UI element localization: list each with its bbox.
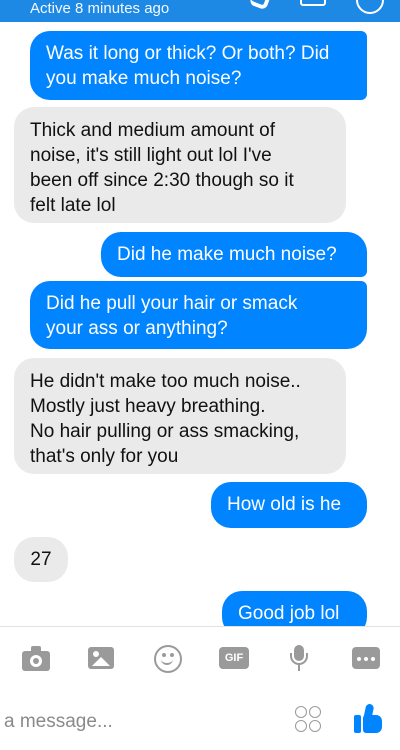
image-icon[interactable] <box>88 645 114 671</box>
phone-call-icon[interactable] <box>248 0 274 11</box>
incoming-message[interactable]: He didn't make too much noise.. Mostly j… <box>14 358 346 474</box>
message-input[interactable] <box>2 708 276 736</box>
gif-icon[interactable]: GIF <box>219 645 249 671</box>
active-status: Active 8 minutes ago <box>30 0 170 17</box>
info-icon[interactable] <box>356 0 384 14</box>
incoming-message[interactable]: 27 <box>14 537 68 582</box>
message-thread[interactable]: Was it long or thick? Or both? Did you m… <box>0 22 400 626</box>
incoming-message[interactable]: Thick and medium amount of noise, it's s… <box>14 107 346 223</box>
outgoing-message[interactable]: How old is he <box>211 482 367 528</box>
outgoing-message[interactable]: Good job lol <box>222 591 367 626</box>
outgoing-message[interactable]: Did he make much noise? <box>101 232 367 277</box>
video-call-icon[interactable] <box>300 0 326 6</box>
emoji-icon[interactable] <box>154 645 182 673</box>
composer-toolbar: GIF <box>0 626 400 686</box>
camera-icon[interactable] <box>22 645 50 671</box>
stickers-icon[interactable] <box>295 706 323 734</box>
like-icon[interactable] <box>354 703 384 734</box>
more-icon[interactable] <box>352 645 380 671</box>
microphone-icon[interactable] <box>289 645 309 671</box>
conversation-header: Active 8 minutes ago <box>0 0 400 22</box>
gif-label: GIF <box>219 647 249 669</box>
composer <box>0 686 400 750</box>
outgoing-message[interactable]: Did he pull your hair or smack your ass … <box>30 281 367 349</box>
outgoing-message[interactable]: Was it long or thick? Or both? Did you m… <box>30 31 367 100</box>
